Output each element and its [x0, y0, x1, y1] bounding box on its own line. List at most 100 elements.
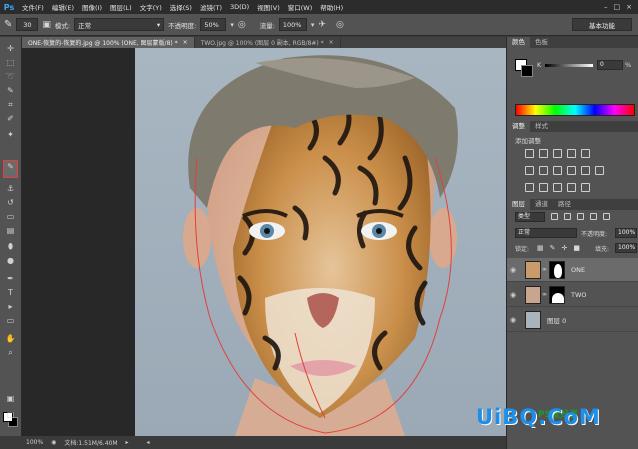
vibrance-icon[interactable]: [581, 149, 590, 158]
posterize-icon[interactable]: [539, 183, 548, 192]
lasso-tool-icon[interactable]: ➰: [4, 71, 17, 82]
menu-image[interactable]: 图像(I): [78, 2, 106, 12]
crop-tool-icon[interactable]: ⌗: [4, 99, 17, 110]
layer-name[interactable]: 图层 0: [547, 315, 566, 325]
menu-type[interactable]: 文字(Y): [136, 2, 166, 12]
menu-edit[interactable]: 编辑(E): [48, 2, 78, 12]
fill-input[interactable]: 100%: [615, 243, 637, 253]
brush-tool-icon[interactable]: ✎: [4, 19, 12, 30]
move-tool-icon[interactable]: ✛: [4, 43, 17, 54]
filter-pixel-icon[interactable]: [551, 213, 558, 220]
clone-stamp-tool-icon[interactable]: ⚓: [4, 183, 17, 194]
marquee-tool-icon[interactable]: ⬚: [4, 57, 17, 68]
filter-adjust-icon[interactable]: [564, 213, 571, 220]
quick-mask-icon[interactable]: ▣: [4, 393, 17, 404]
exposure-icon[interactable]: [567, 149, 576, 158]
quick-select-tool-icon[interactable]: ✎: [4, 85, 17, 96]
layer-row-background[interactable]: ◉ 图层 0: [507, 308, 638, 332]
blur-tool-icon[interactable]: ⬮: [4, 241, 17, 252]
close-button[interactable]: ×: [626, 3, 632, 11]
type-tool-icon[interactable]: T: [4, 287, 17, 298]
layer-mask-thumbnail[interactable]: [549, 285, 565, 304]
close-icon[interactable]: ×: [183, 39, 188, 46]
brush-size-picker[interactable]: 30: [16, 18, 39, 31]
mode-select[interactable]: 正常 ▾: [74, 18, 165, 31]
gradient-map-icon[interactable]: [567, 183, 576, 192]
menu-filter[interactable]: 滤镜(T): [196, 2, 226, 12]
layer-row-one[interactable]: ◉ ∞ ONE: [507, 258, 638, 282]
tab-color[interactable]: 颜色: [507, 37, 530, 48]
canvas-area[interactable]: [22, 48, 506, 436]
chevron-down-icon[interactable]: ▾: [311, 21, 315, 29]
minimize-button[interactable]: –: [604, 3, 608, 11]
document-size[interactable]: 文档:1.51M/6.40M: [64, 438, 117, 447]
healing-brush-tool-icon[interactable]: ✦: [4, 129, 17, 140]
brush-panel-icon[interactable]: ▣: [42, 20, 51, 30]
tab-layers[interactable]: 图层: [507, 199, 530, 210]
tab-two[interactable]: TWO.jpg @ 100% (图层 0 副本, RGB/8#) * ×: [195, 37, 341, 48]
link-icon[interactable]: ∞: [542, 291, 547, 298]
color-bg-swatch[interactable]: [521, 65, 533, 77]
hand-tool-icon[interactable]: ✋: [4, 333, 17, 344]
black-white-icon[interactable]: [553, 166, 562, 175]
blend-mode-select[interactable]: 正常: [515, 228, 577, 238]
info-icon[interactable]: ◉: [51, 439, 56, 446]
tab-channels[interactable]: 通道: [530, 199, 553, 210]
status-menu-arrow-icon[interactable]: ▸: [126, 439, 129, 446]
lock-image-icon[interactable]: ✎: [550, 244, 556, 252]
menu-help[interactable]: 帮助(H): [316, 2, 347, 12]
lock-transparent-icon[interactable]: ▦: [537, 244, 544, 252]
flow-input[interactable]: 100%: [278, 18, 307, 31]
close-icon[interactable]: ×: [329, 39, 334, 46]
color-balance-icon[interactable]: [539, 166, 548, 175]
color-value-input[interactable]: 0: [597, 60, 623, 70]
tab-adjustments[interactable]: 调整: [507, 121, 530, 132]
tab-swatches[interactable]: 色板: [530, 37, 553, 48]
filter-smart-icon[interactable]: [603, 213, 610, 220]
path-select-tool-icon[interactable]: ▸: [4, 301, 17, 312]
airbrush-icon[interactable]: ✈: [318, 20, 326, 30]
dodge-tool-icon[interactable]: ●: [4, 255, 17, 266]
pressure-size-icon[interactable]: ◎: [336, 20, 344, 30]
brush-tool-icon[interactable]: ✎: [3, 160, 18, 178]
shape-tool-icon[interactable]: ▭: [4, 315, 17, 326]
menu-view[interactable]: 视图(V): [253, 2, 284, 12]
menu-select[interactable]: 选择(S): [166, 2, 196, 12]
color-lookup-icon[interactable]: [595, 166, 604, 175]
color-slider[interactable]: [545, 64, 593, 67]
levels-icon[interactable]: [539, 149, 548, 158]
lock-all-icon[interactable]: ■: [573, 244, 580, 252]
chevron-down-icon[interactable]: ▾: [230, 21, 234, 29]
menu-window[interactable]: 窗口(W): [284, 2, 317, 12]
zoom-level[interactable]: 100%: [26, 439, 43, 446]
layer-mask-thumbnail[interactable]: [549, 260, 565, 279]
history-brush-tool-icon[interactable]: ↺: [4, 197, 17, 208]
selective-color-icon[interactable]: [581, 183, 590, 192]
filter-shape-icon[interactable]: [590, 213, 597, 220]
eraser-tool-icon[interactable]: ▭: [4, 211, 17, 222]
curves-icon[interactable]: [553, 149, 562, 158]
hue-saturation-icon[interactable]: [525, 166, 534, 175]
filter-type-icon[interactable]: [577, 213, 584, 220]
menu-layer[interactable]: 图层(L): [106, 2, 136, 12]
eyedropper-tool-icon[interactable]: ✐: [4, 113, 17, 124]
tab-styles[interactable]: 样式: [530, 121, 553, 132]
eye-icon[interactable]: ◉: [507, 266, 519, 274]
lock-position-icon[interactable]: ✛: [562, 244, 568, 252]
eye-icon[interactable]: ◉: [507, 316, 519, 324]
scroll-left-icon[interactable]: ◂: [147, 439, 150, 446]
menu-3d[interactable]: 3D(D): [226, 3, 253, 11]
photo-filter-icon[interactable]: [567, 166, 576, 175]
brightness-icon[interactable]: [525, 149, 534, 158]
tab-paths[interactable]: 路径: [553, 199, 576, 210]
pen-tool-icon[interactable]: ✒: [4, 273, 17, 284]
document-image[interactable]: [135, 48, 506, 436]
layer-name[interactable]: ONE: [571, 266, 585, 274]
layer-name[interactable]: TWO: [571, 291, 587, 299]
tab-one[interactable]: ONE-恢复的-恢复的.jpg @ 100% (ONE, 图层蒙版/8) * ×: [22, 37, 195, 48]
layer-opacity-input[interactable]: 100%: [615, 228, 637, 238]
layer-row-two[interactable]: ◉ ∞ TWO: [507, 283, 638, 307]
eye-icon[interactable]: ◉: [507, 291, 519, 299]
pressure-opacity-icon[interactable]: ◎: [238, 20, 246, 30]
maximize-button[interactable]: □: [614, 3, 621, 11]
